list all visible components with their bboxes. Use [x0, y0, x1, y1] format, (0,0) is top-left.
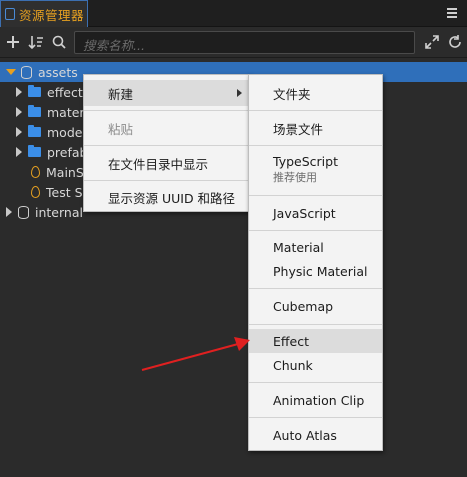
folder-icon [28, 105, 41, 117]
folder-icon [28, 145, 41, 157]
search-icon[interactable] [50, 33, 68, 51]
plus-icon[interactable] [4, 33, 22, 51]
panel-tabbar: 资源管理器 [0, 0, 467, 27]
chevron-right-icon [237, 89, 242, 97]
caret-right-icon[interactable] [16, 127, 22, 137]
search-input[interactable]: 搜索名称... [74, 31, 415, 54]
caret-right-icon[interactable] [16, 147, 22, 157]
refresh-icon[interactable] [446, 33, 464, 51]
sort-icon[interactable] [27, 33, 45, 51]
tab-assets[interactable]: 资源管理器 [0, 0, 88, 27]
caret-right-icon[interactable] [6, 207, 12, 217]
menu-separator [84, 145, 250, 146]
new-submenu: 文件夹 场景文件 TypeScript 推荐使用 JavaScript Mate… [248, 74, 383, 451]
menu-item-show-uuid[interactable]: 显示资源 UUID 和路径 [84, 184, 250, 210]
caret-right-icon[interactable] [16, 87, 22, 97]
tree-item-label: prefab [47, 144, 88, 160]
submenu-item-physic-material[interactable]: Physic Material [249, 259, 382, 283]
submenu-item-effect[interactable]: Effect [249, 329, 382, 353]
menu-separator [249, 324, 382, 325]
menu-item-hint: 推荐使用 [273, 170, 317, 184]
submenu-item-chunk[interactable]: Chunk [249, 353, 382, 377]
submenu-item-scene[interactable]: 场景文件 [249, 115, 382, 141]
caret-right-icon[interactable] [16, 107, 22, 117]
context-menu: 新建 粘贴 在文件目录中显示 显示资源 UUID 和路径 [83, 74, 251, 212]
submenu-item-javascript[interactable]: JavaScript [249, 200, 382, 226]
submenu-item-folder[interactable]: 文件夹 [249, 80, 382, 106]
menu-item-label: JavaScript [273, 205, 336, 221]
tab-title: 资源管理器 [19, 7, 85, 23]
tree-item-label: internal [35, 204, 83, 220]
menu-item-label: Physic Material [273, 263, 368, 279]
menu-separator [249, 382, 382, 383]
menu-item-label: 在文件目录中显示 [108, 156, 209, 172]
menu-item-label: Animation Clip [273, 392, 365, 408]
tree-item-label: materi [47, 104, 89, 120]
menu-separator [249, 230, 382, 231]
scene-icon [31, 166, 40, 178]
tree-item-label: effect [47, 84, 83, 100]
caret-down-icon[interactable] [6, 69, 16, 75]
scene-icon [31, 186, 40, 198]
tree-item-label: assets [38, 64, 78, 80]
hamburger-menu-icon[interactable] [447, 8, 457, 18]
menu-separator [249, 195, 382, 196]
database-icon [18, 205, 29, 219]
database-icon [21, 65, 32, 79]
menu-separator [249, 145, 382, 146]
menu-item-label: 新建 [108, 86, 134, 102]
submenu-item-material[interactable]: Material [249, 235, 382, 259]
menu-item-label: 场景文件 [273, 121, 324, 137]
folder-icon [28, 125, 41, 137]
menu-item-label: 文件夹 [273, 86, 311, 102]
expand-icon[interactable] [423, 33, 441, 51]
menu-item-paste[interactable]: 粘贴 [84, 115, 250, 141]
menu-item-label: Auto Atlas [273, 427, 337, 443]
annotation-arrow-icon [141, 337, 250, 371]
menu-item-label: 显示资源 UUID 和路径 [108, 190, 236, 206]
menu-item-label: Cubemap [273, 298, 334, 314]
submenu-item-auto-atlas[interactable]: Auto Atlas [249, 422, 382, 448]
menu-item-label: Material [273, 239, 324, 255]
submenu-item-animation-clip[interactable]: Animation Clip [249, 387, 382, 413]
menu-separator [84, 110, 250, 111]
menu-item-label: 粘贴 [108, 121, 134, 137]
toolbar: 搜索名称... [0, 27, 467, 58]
submenu-item-typescript[interactable]: TypeScript 推荐使用 [249, 151, 382, 187]
tree-item-label: model [47, 124, 86, 140]
menu-item-label: Chunk [273, 357, 313, 373]
menu-item-new[interactable]: 新建 [84, 80, 250, 106]
assets-panel-icon [5, 8, 15, 20]
menu-separator [84, 180, 250, 181]
menu-item-label: Effect [273, 333, 309, 349]
menu-item-label: TypeScript [273, 153, 338, 169]
folder-icon [28, 85, 41, 97]
menu-separator [249, 110, 382, 111]
menu-separator [249, 417, 382, 418]
menu-item-show-in-folder[interactable]: 在文件目录中显示 [84, 150, 250, 176]
menu-separator [249, 288, 382, 289]
submenu-item-cubemap[interactable]: Cubemap [249, 293, 382, 319]
